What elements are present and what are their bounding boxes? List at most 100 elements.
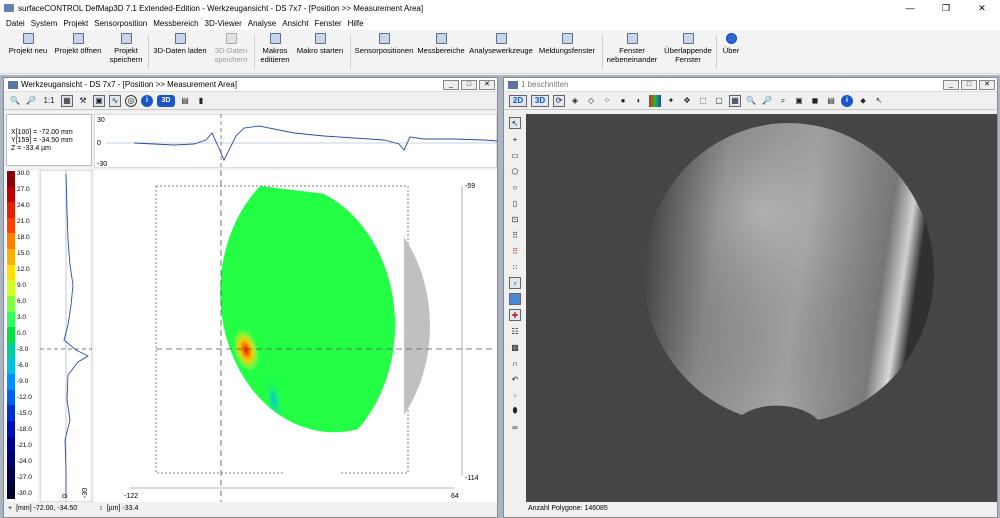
3d-viewer-titlebar: 1 beschnitten _ □ ✕ [504,78,997,92]
zoom-out-icon[interactable]: 🔎 [25,95,37,107]
tool-view-status: + [mm] -72.00, -34.50 ↕ [µm] -33.4 [8,505,488,512]
sphere-shaded-icon[interactable]: ◐ [633,95,645,107]
save-3d-icon [225,33,237,44]
box-front-icon[interactable]: ▢ [713,95,725,107]
dot-grid-icon[interactable]: ⠿ [509,229,521,241]
message-window-button[interactable]: Meldungsfenster [536,33,598,73]
target-icon[interactable]: ◎ [125,94,137,107]
menu-messbereich[interactable]: Messbereich [153,19,198,28]
dot-grid-small-icon[interactable]: ⁙ [509,261,521,273]
about-button[interactable]: Über [718,33,744,73]
zoom-in-icon[interactable]: 🔍 [9,95,21,107]
rect-select-icon[interactable]: ▯ [509,197,521,209]
rectangle-icon[interactable]: ▭ [509,149,521,161]
ratio-button[interactable]: 1:1 [41,95,57,107]
circle-icon[interactable]: ○ [509,181,521,193]
printer-icon[interactable]: ▤ [825,95,837,107]
menu-system[interactable]: System [31,19,58,28]
menu-sensorposition[interactable]: Sensorposition [94,19,147,28]
load-3d-button[interactable]: 3D-Daten laden [150,33,210,73]
profile-top-max-label: 30 [97,117,105,124]
colorbar-swatch [7,249,15,266]
printer-icon[interactable]: ▤ [179,95,191,107]
colormap-icon[interactable] [649,94,661,107]
bars-icon[interactable]: ☷ [509,325,521,337]
add-point-icon[interactable]: + [509,389,521,401]
traffic-light-icon[interactable]: ▮ [195,95,207,107]
cascade-windows-button[interactable]: Überlappende Fenster [662,33,714,73]
box-view-icon[interactable]: ⬚ [697,95,709,107]
camera-icon[interactable]: ▣ [793,95,805,107]
colorbar-label: 21.0 [17,218,30,225]
deviation-map-plot: -59 -114 -122 64 [94,170,497,502]
select-icon[interactable]: ↖ [509,117,521,129]
move-icon[interactable]: ✥ [681,95,693,107]
menu-analyse[interactable]: Analyse [248,19,276,28]
new-project-button[interactable]: Projekt neu [8,33,48,73]
pointer-icon[interactable]: ↖ [873,95,885,107]
measure-areas-button[interactable]: Messbereiche [416,33,466,73]
menu-hilfe[interactable]: Hilfe [348,19,364,28]
info-icon[interactable]: i [141,94,153,107]
sphere-icon[interactable]: ● [617,95,629,107]
menu-projekt[interactable]: Projekt [63,19,88,28]
maximize-button[interactable]: ❐ [928,0,964,16]
macro-edit-button[interactable]: Makros editieren [258,33,292,73]
tools-icon[interactable]: ⚒ [77,95,89,107]
square-icon[interactable]: ▫ [509,277,521,289]
grid-icon[interactable]: ▦ [729,94,741,107]
colorbar-label: -9.0 [17,378,29,385]
rotate-icon[interactable]: ⟳ [553,94,565,107]
curve-icon[interactable]: ∩ [509,357,521,369]
points-icon[interactable]: ⁘ [601,95,613,107]
grid-icon[interactable]: ▦ [61,94,73,107]
tool-view-window: Werkzeugansicht - DS 7x7 - [Position >> … [3,77,498,518]
tool-view-maximize-button[interactable]: □ [461,79,477,90]
cube-icon[interactable]: ◇ [585,95,597,107]
3d-viewer-maximize-button[interactable]: □ [961,79,977,90]
open-project-button[interactable]: Projekt öffnen [52,33,104,73]
macro-run-button[interactable]: Makro starten [294,33,346,73]
view-3d-button[interactable]: 3D [531,94,549,107]
tile-windows-button[interactable]: Fenster nebeneinander [604,33,660,73]
colorbar-label: -15.0 [17,410,32,417]
image-icon[interactable]: ▣ [93,94,105,107]
dot-grid-red-icon[interactable]: ⠿ [509,245,521,257]
menu-datei[interactable]: Datei [6,19,25,28]
menu-fenster[interactable]: Fenster [314,19,341,28]
minimize-button[interactable]: — [892,0,928,16]
save-project-button[interactable]: Projekt speichern [106,33,146,73]
view-2d-button[interactable]: 2D [509,94,527,107]
undo-icon[interactable]: ↶ [509,373,521,385]
menu-3d-viewer[interactable]: 3D-Viewer [205,19,242,28]
frame-icon[interactable]: ⊡ [509,213,521,225]
crosshair-icon[interactable]: + [509,133,521,145]
sensor-positions-button[interactable]: Sensorpositionen [354,33,414,73]
tool-view-minimize-button[interactable]: _ [443,79,459,90]
zoom-in-icon[interactable]: 🔍 [745,95,757,107]
analysis-tools-button[interactable]: Analysewerkzeuge [468,33,534,73]
info-icon[interactable]: i [841,94,853,107]
pick-icon[interactable]: ⬥ [857,95,869,107]
menu-ansicht[interactable]: Ansicht [282,19,308,28]
3d-viewer-minimize-button[interactable]: _ [943,79,959,90]
point-target-icon[interactable]: ✚ [509,309,521,321]
zoom-out-icon[interactable]: 🔎 [761,95,773,107]
light-icon[interactable]: ✦ [665,95,677,107]
snapshot-icon[interactable]: ◼ [809,95,821,107]
tool-view-close-button[interactable]: ✕ [479,79,495,90]
colorbar-swatch [7,405,15,422]
hatch-icon[interactable]: ▩ [509,341,521,353]
zoom-fit-icon[interactable]: ⌕ [777,95,789,107]
polygon-icon[interactable]: ⬠ [509,165,521,177]
bucket-icon[interactable]: ⬮ [509,405,521,417]
shading-icon[interactable]: ◈ [569,95,581,107]
glasses-icon[interactable]: ∞ [509,421,521,433]
profile-icon[interactable]: ∿ [109,94,121,107]
coordinate-readout: X[100] = -72.00 mm Y[159] = -34.50 mm Z … [6,114,92,166]
square-blue-icon[interactable] [509,293,521,305]
readout-y: Y[159] = -34.50 mm [11,137,73,144]
view-3d-button[interactable]: 3D [157,94,175,107]
close-button[interactable]: ✕ [964,0,1000,16]
3d-viewer-close-button[interactable]: ✕ [979,79,995,90]
